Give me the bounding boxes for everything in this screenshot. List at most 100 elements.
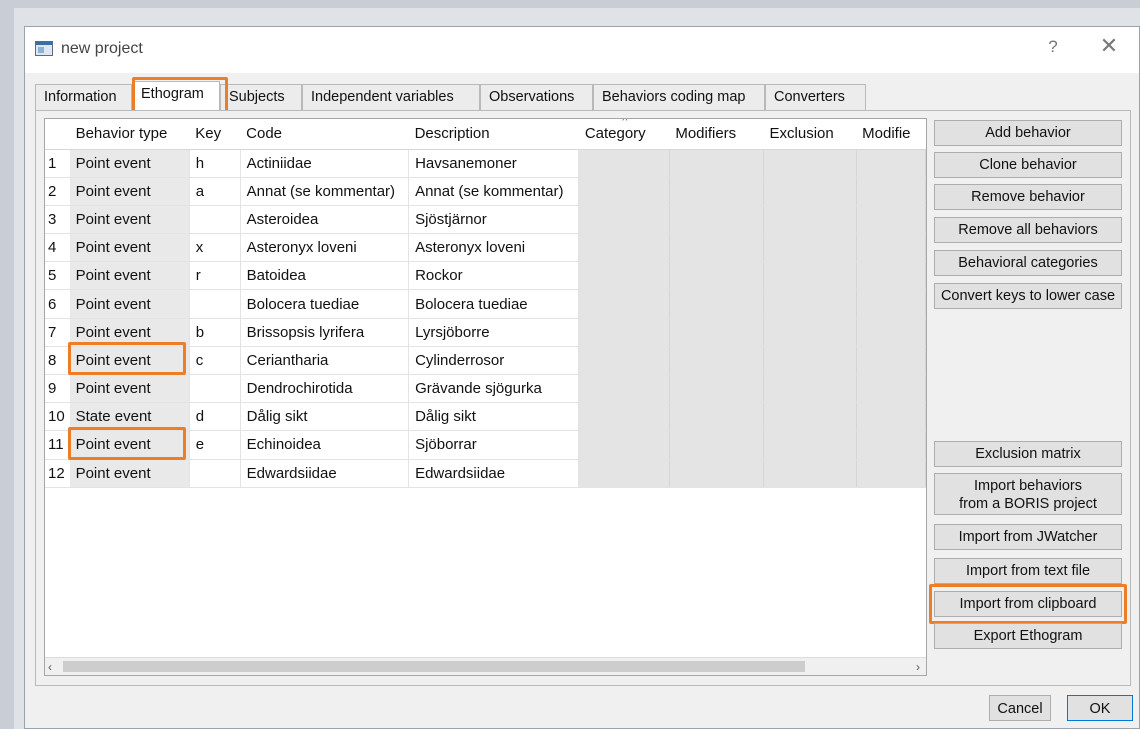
- cell-exclusion[interactable]: [763, 430, 857, 460]
- cell-type[interactable]: Point event: [69, 261, 190, 291]
- ethogram-table[interactable]: Behavior type Key Code Description ^ Cate…: [44, 118, 927, 676]
- cell-exclusion[interactable]: [763, 233, 857, 263]
- cell-description[interactable]: Bolocera tuediae: [408, 289, 580, 319]
- cell-description[interactable]: Asteronyx loveni: [408, 233, 580, 263]
- table-row[interactable]: 12 Point event Edwardsiidae Edwardsiidae: [45, 459, 926, 488]
- cell-code[interactable]: Batoidea: [240, 261, 410, 291]
- cell-modifiers-2[interactable]: [856, 430, 926, 460]
- cell-modifiers[interactable]: [669, 149, 765, 178]
- cell-type[interactable]: Point event: [69, 374, 190, 404]
- cell-modifiers-2[interactable]: [856, 459, 926, 488]
- tab-observations[interactable]: Observations: [480, 84, 593, 110]
- cell-key[interactable]: [189, 289, 241, 319]
- cell-key[interactable]: [189, 459, 241, 488]
- cell-exclusion[interactable]: [763, 318, 857, 347]
- tab-ethogram[interactable]: Ethogram: [132, 81, 220, 110]
- help-button[interactable]: ?: [1043, 37, 1063, 57]
- cell-description[interactable]: Annat (se kommentar): [408, 177, 580, 206]
- cell-exclusion[interactable]: [763, 261, 857, 291]
- tab-information[interactable]: Information: [35, 84, 132, 110]
- cell-code[interactable]: Dålig sikt: [240, 402, 410, 432]
- cell-code[interactable]: Dendrochirotida: [240, 374, 410, 404]
- cell-category[interactable]: [578, 402, 670, 432]
- cell-modifiers-2[interactable]: [856, 233, 926, 263]
- cell-modifiers[interactable]: [669, 233, 765, 263]
- cell-description[interactable]: Lyrsjöborre: [408, 318, 580, 347]
- cell-exclusion[interactable]: [763, 402, 857, 432]
- import-boris-project-button[interactable]: Import behaviors from a BORIS project: [934, 473, 1122, 515]
- cell-key[interactable]: d: [189, 402, 241, 432]
- cell-modifiers[interactable]: [669, 346, 765, 376]
- cell-key[interactable]: a: [189, 177, 241, 206]
- tab-subjects[interactable]: Subjects: [220, 84, 302, 110]
- cell-modifiers-2[interactable]: [856, 261, 926, 291]
- table-row[interactable]: 8 Point event c Ceriantharia Cylinderros…: [45, 346, 926, 376]
- cell-exclusion[interactable]: [763, 459, 857, 488]
- cell-type[interactable]: Point event: [69, 459, 190, 488]
- table-row[interactable]: 10 State event d Dålig sikt Dålig sikt: [45, 402, 926, 432]
- cell-code[interactable]: Echinoidea: [240, 430, 410, 460]
- cell-description[interactable]: Rockor: [408, 261, 580, 291]
- cell-key[interactable]: x: [189, 233, 241, 263]
- cell-description[interactable]: Sjöborrar: [408, 430, 580, 460]
- cell-code[interactable]: Asteroidea: [240, 205, 410, 235]
- cell-code[interactable]: Brissopsis lyrifera: [240, 318, 410, 347]
- tab-independent-variables[interactable]: Independent variables: [302, 84, 480, 110]
- cell-category[interactable]: [578, 289, 670, 319]
- cell-modifiers[interactable]: [669, 374, 765, 404]
- remove-behavior-button[interactable]: Remove behavior: [934, 184, 1122, 210]
- close-icon[interactable]: ✕: [1097, 35, 1121, 57]
- cell-modifiers-2[interactable]: [856, 205, 926, 235]
- import-clipboard-button[interactable]: Import from clipboard: [934, 591, 1122, 617]
- cell-category[interactable]: [578, 318, 670, 347]
- convert-keys-lower-case-button[interactable]: Convert keys to lower case: [934, 283, 1122, 309]
- cell-modifiers[interactable]: [669, 318, 765, 347]
- cell-category[interactable]: [578, 261, 670, 291]
- table-row[interactable]: 7 Point event b Brissopsis lyrifera Lyrs…: [45, 318, 926, 347]
- column-header[interactable]: Modifiers: [669, 119, 764, 150]
- cell-exclusion[interactable]: [763, 205, 857, 235]
- cell-type[interactable]: Point event: [69, 233, 190, 263]
- cell-key[interactable]: e: [189, 430, 241, 460]
- horizontal-scrollbar[interactable]: ‹ ›: [45, 657, 926, 675]
- cell-category[interactable]: [578, 346, 670, 376]
- cell-key[interactable]: h: [189, 149, 241, 178]
- cell-modifiers-2[interactable]: [856, 346, 926, 376]
- import-text-file-button[interactable]: Import from text file: [934, 558, 1122, 584]
- cell-code[interactable]: Ceriantharia: [240, 346, 410, 376]
- import-jwatcher-button[interactable]: Import from JWatcher: [934, 524, 1122, 550]
- cancel-button[interactable]: Cancel: [989, 695, 1051, 721]
- cell-type[interactable]: Point event: [69, 318, 190, 347]
- cell-description[interactable]: Grävande sjögurka: [408, 374, 580, 404]
- cell-code[interactable]: Bolocera tuediae: [240, 289, 410, 319]
- cell-modifiers-2[interactable]: [856, 289, 926, 319]
- cell-key[interactable]: [189, 374, 241, 404]
- cell-exclusion[interactable]: [763, 177, 857, 206]
- cell-modifiers[interactable]: [669, 205, 765, 235]
- column-header[interactable]: ^ Category: [578, 119, 670, 150]
- cell-modifiers-2[interactable]: [856, 402, 926, 432]
- add-behavior-button[interactable]: Add behavior: [934, 120, 1122, 146]
- remove-all-behaviors-button[interactable]: Remove all behaviors: [934, 217, 1122, 243]
- cell-type[interactable]: Point event: [69, 289, 190, 319]
- cell-category[interactable]: [578, 205, 670, 235]
- cell-description[interactable]: Sjöstjärnor: [408, 205, 580, 235]
- cell-type[interactable]: Point event: [69, 346, 190, 376]
- cell-category[interactable]: [578, 374, 670, 404]
- cell-description[interactable]: Edwardsiidae: [408, 459, 580, 488]
- column-header[interactable]: Modifie: [856, 119, 926, 150]
- cell-exclusion[interactable]: [763, 346, 857, 376]
- table-row[interactable]: 3 Point event Asteroidea Sjöstjärnor: [45, 205, 926, 235]
- cell-modifiers[interactable]: [669, 430, 765, 460]
- cell-key[interactable]: b: [189, 318, 241, 347]
- cell-type[interactable]: Point event: [69, 177, 190, 206]
- tab-behaviors-coding-map[interactable]: Behaviors coding map: [593, 84, 765, 110]
- cell-category[interactable]: [578, 177, 670, 206]
- cell-code[interactable]: Asteronyx loveni: [240, 233, 410, 263]
- cell-description[interactable]: Cylinderrosor: [408, 346, 580, 376]
- cell-key[interactable]: r: [189, 261, 241, 291]
- cell-category[interactable]: [578, 430, 670, 460]
- scrollbar-thumb[interactable]: [63, 661, 805, 672]
- table-row[interactable]: 4 Point event x Asteronyx loveni Asteron…: [45, 233, 926, 263]
- cell-type[interactable]: Point event: [69, 430, 190, 460]
